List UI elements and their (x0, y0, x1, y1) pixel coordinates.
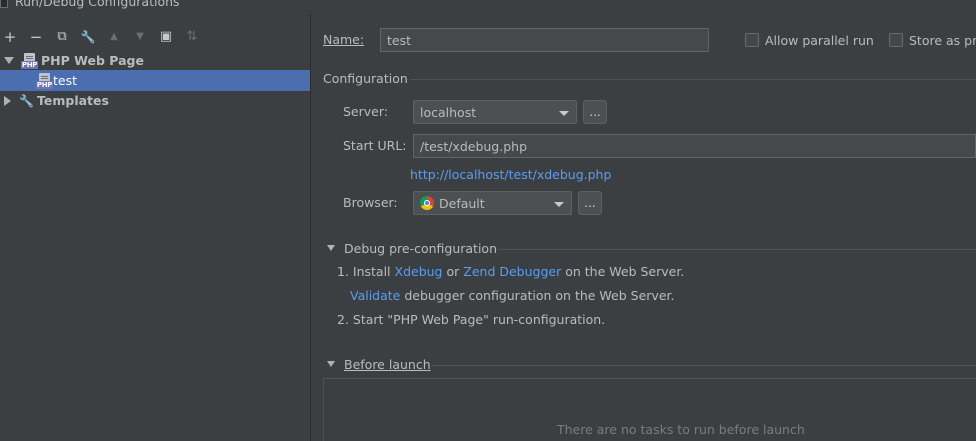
title-bar: Run/Debug Configurations (0, 0, 976, 14)
debug-step-1: 1. Install Xdebug or Zend Debugger on th… (337, 264, 685, 279)
configuration-header: Configuration (323, 71, 408, 86)
collapse-arrow-icon[interactable] (327, 361, 335, 367)
tree-item-templates[interactable]: 🔧 Templates (0, 90, 310, 111)
browser-browse-button[interactable]: ... (578, 191, 602, 215)
move-down-icon[interactable]: ▼ (133, 30, 147, 44)
wrench-icon: 🔧 (19, 93, 34, 108)
browser-label: Browser: (343, 195, 398, 210)
tree-item-test[interactable]: PHP test (0, 70, 310, 91)
before-launch-header[interactable]: Before launch (344, 357, 431, 372)
server-browse-button[interactable]: ... (583, 100, 607, 124)
store-as-project-checkbox[interactable] (889, 33, 903, 47)
new-folder-icon[interactable]: ▣ (159, 30, 173, 44)
store-as-project-label[interactable]: Store as pro (909, 33, 976, 48)
xdebug-link[interactable]: Xdebug (395, 264, 443, 279)
chrome-icon (420, 196, 434, 210)
tree-item-php-web-page[interactable]: PHP PHP Web Page (0, 50, 310, 71)
php-icon: PHP (21, 52, 38, 69)
app-icon (0, 0, 8, 8)
window-title: Run/Debug Configurations (15, 0, 180, 9)
debug-preconfig-header[interactable]: Debug pre-configuration (344, 241, 497, 256)
collapse-arrow-icon[interactable] (327, 245, 335, 251)
wrench-icon[interactable]: 🔧 (81, 30, 96, 44)
debug-validate-line: Validate debugger configuration on the W… (350, 288, 675, 303)
php-icon: PHP (36, 72, 53, 89)
allow-parallel-label[interactable]: Allow parallel run (765, 33, 874, 48)
server-value: localhost (420, 104, 477, 120)
tree-item-label: Templates (37, 93, 109, 108)
start-url-field[interactable]: /test/xdebug.php (413, 134, 976, 158)
copy-icon[interactable]: ⧉ (55, 30, 69, 44)
zend-debugger-link[interactable]: Zend Debugger (463, 264, 561, 279)
before-launch-empty-text: There are no tasks to run before launch (557, 422, 805, 437)
tree-item-label: test (53, 73, 78, 88)
collapse-arrow-icon[interactable] (4, 95, 11, 106)
expand-arrow-icon[interactable] (4, 57, 14, 64)
move-up-icon[interactable]: ▲ (107, 30, 121, 44)
browser-value: Default (439, 195, 485, 211)
configuration-separator (410, 79, 976, 80)
tree-item-label: PHP Web Page (41, 53, 144, 68)
start-url-label: Start URL: (343, 138, 407, 153)
allow-parallel-checkbox[interactable] (745, 33, 759, 47)
debug-step-2: 2. Start "PHP Web Page" run-configuratio… (337, 312, 606, 327)
server-label: Server: (343, 104, 388, 119)
debug-preconfig-separator (497, 249, 976, 250)
add-icon[interactable]: + (3, 30, 17, 45)
remove-icon[interactable]: − (29, 30, 43, 45)
chevron-down-icon (559, 111, 569, 116)
chevron-down-icon (554, 202, 564, 207)
before-launch-separator (432, 365, 976, 366)
name-field[interactable]: test (380, 28, 709, 52)
validate-link[interactable]: Validate (350, 288, 400, 303)
full-url-link[interactable]: http://localhost/test/xdebug.php (410, 167, 611, 182)
browser-dropdown[interactable]: Default (413, 191, 572, 215)
name-label: Name: (323, 32, 365, 47)
server-dropdown[interactable]: localhost (413, 100, 577, 124)
sort-icon[interactable]: ⇅ (185, 30, 199, 44)
